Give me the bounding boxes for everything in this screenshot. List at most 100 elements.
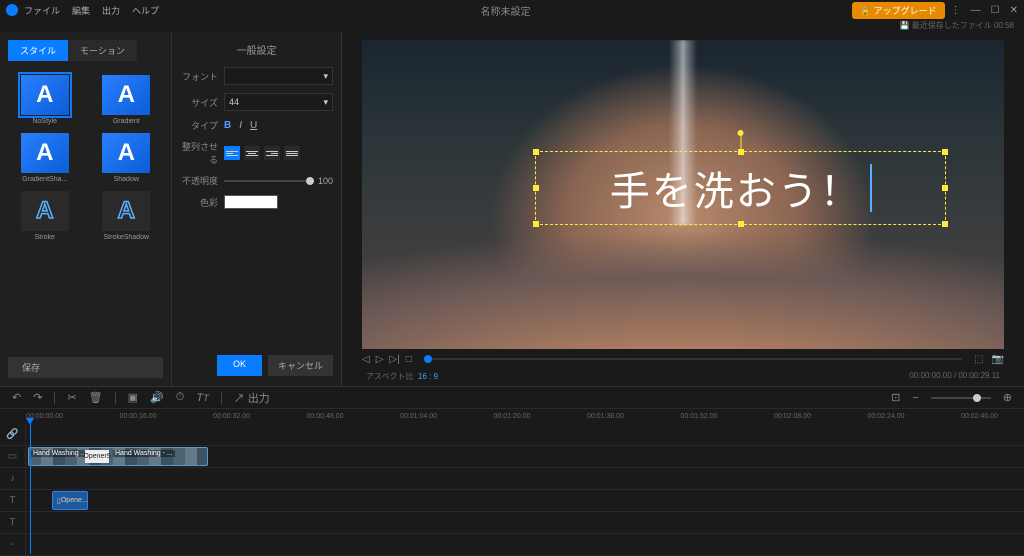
delete-button[interactable]: 🗑	[89, 391, 103, 404]
playhead[interactable]	[30, 424, 31, 554]
clip-thumb-opener: Opener9	[85, 450, 109, 463]
color-label: 色彩	[180, 196, 224, 209]
timeline-toolbar: ↶ ↷ ✂ 🗑 ▣ 🔊 ⏱ TT ↗ 出力 ⊡ − ⊕	[0, 386, 1024, 408]
style-shadow[interactable]: AShadow	[90, 133, 164, 183]
timeline-ruler[interactable]: 00:00:00.00 00:00:16.00 00:00:32.00 00:0…	[0, 408, 1024, 424]
tab-style[interactable]: スタイル	[8, 40, 68, 61]
save-style-button[interactable]: 保存	[8, 357, 163, 378]
video-preview[interactable]: 手を洗おう！	[362, 40, 1004, 349]
window-title: 名称未設定	[159, 3, 852, 18]
export-button[interactable]: ↗ 出力	[234, 390, 270, 406]
undo-button[interactable]: ↶	[12, 391, 21, 404]
cancel-button[interactable]: キャンセル	[268, 355, 333, 376]
split-button[interactable]: ✂	[67, 391, 76, 404]
zoom-slider[interactable]	[931, 397, 991, 399]
align-right-button[interactable]	[264, 146, 280, 160]
align-justify-button[interactable]	[284, 146, 300, 160]
track-head-link[interactable]: 🔗	[0, 424, 26, 445]
aspect-value[interactable]: 16 : 9	[418, 372, 438, 381]
overlay-text[interactable]: 手を洗おう！	[610, 159, 862, 217]
crop-icon[interactable]: ⬚	[974, 354, 983, 365]
font-label: フォント	[180, 70, 224, 83]
minimize-icon[interactable]: —	[971, 5, 981, 16]
properties-panel: 一般設定 フォント ▾ サイズ 44▾ タイプ B I U 整列させる	[172, 32, 342, 386]
bold-button[interactable]: B	[224, 120, 231, 131]
snapshot-icon[interactable]: 📷	[992, 354, 1004, 365]
track-head-text2[interactable]: T	[0, 512, 26, 533]
resize-handle-mr[interactable]	[942, 185, 948, 191]
zoom-fit-button[interactable]: ⊡	[891, 391, 900, 404]
type-label: タイプ	[180, 119, 224, 132]
more-icon[interactable]: ⋮	[951, 5, 961, 16]
opacity-value: 100	[318, 176, 333, 186]
prev-frame-button[interactable]: ◁	[362, 354, 370, 365]
zoom-out-button[interactable]: −	[912, 392, 918, 404]
opacity-slider[interactable]	[224, 180, 314, 182]
size-label: サイズ	[180, 96, 224, 109]
underline-button[interactable]: U	[250, 120, 257, 131]
window-controls: ⋮ — ☐ ✕	[951, 5, 1018, 16]
italic-button[interactable]: I	[239, 120, 242, 131]
size-select[interactable]: 44▾	[224, 93, 333, 111]
zoom-in-button[interactable]: ⊕	[1003, 391, 1012, 404]
timecode: 00:00:00.00 / 00:00:29.11	[909, 371, 1000, 382]
stop-button[interactable]: □	[406, 354, 412, 365]
track-head-audio[interactable]: ♪	[0, 468, 26, 489]
resize-handle-tm[interactable]	[738, 149, 744, 155]
next-frame-button[interactable]: ▷|	[389, 354, 399, 365]
resize-handle-bm[interactable]	[738, 221, 744, 227]
menu-help[interactable]: ヘルプ	[132, 4, 159, 17]
resize-handle-tr[interactable]	[942, 149, 948, 155]
app-logo	[6, 4, 18, 16]
timeline-tracks: 🔗 ▭ Hand Washing ... Opener9 Hand Washin…	[0, 424, 1024, 554]
tab-motion[interactable]: モーション	[68, 40, 137, 61]
style-strokeshadow[interactable]: AStrokeShadow	[90, 191, 164, 241]
color-swatch[interactable]	[224, 195, 278, 209]
ok-button[interactable]: OK	[217, 355, 262, 376]
resize-handle-br[interactable]	[942, 221, 948, 227]
align-center-button[interactable]	[244, 146, 260, 160]
text-tool-button[interactable]: TT	[196, 392, 208, 404]
style-panel: スタイル モーション ANoStyle AGradient AGradientS…	[0, 32, 172, 386]
crop-tool-button[interactable]: ▣	[128, 391, 138, 404]
aspect-label: アスペクト比	[366, 372, 413, 381]
opacity-label: 不透明度	[180, 174, 224, 187]
menu-edit[interactable]: 編集	[72, 4, 90, 17]
recent-file-label: 💾 最近保存したファイル 00:58	[0, 20, 1024, 32]
preview-panel: 手を洗おう！ ◁ ▷ ▷| □ ⬚ 📷 アスペクト比 16 : 9 00:00:…	[342, 32, 1024, 386]
resize-handle-tl[interactable]	[533, 149, 539, 155]
progress-bar[interactable]	[424, 358, 962, 360]
menu-file[interactable]: ファイル	[24, 4, 60, 17]
chevron-down-icon: ▾	[323, 97, 328, 108]
style-gradientshadow[interactable]: AGradientSha...	[8, 133, 82, 183]
text-bounding-box[interactable]: 手を洗おう！	[535, 151, 946, 225]
upgrade-button[interactable]: 🔒 アップグレード	[852, 2, 945, 19]
text-cursor	[870, 164, 872, 212]
menu-output[interactable]: 出力	[102, 4, 120, 17]
video-clip-1[interactable]: Hand Washing ... Opener9 Hand Washing - …	[28, 447, 208, 466]
resize-handle-bl[interactable]	[533, 221, 539, 227]
style-gradient[interactable]: AGradient	[90, 75, 164, 125]
close-icon[interactable]: ✕	[1010, 5, 1018, 16]
progress-handle[interactable]	[424, 355, 432, 363]
font-select[interactable]: ▾	[224, 67, 333, 85]
titlebar: ファイル 編集 出力 ヘルプ 名称未設定 🔒 アップグレード ⋮ — ☐ ✕	[0, 0, 1024, 20]
track-head-text[interactable]: T	[0, 490, 26, 511]
redo-button[interactable]: ↷	[33, 391, 42, 404]
style-stroke[interactable]: AStroke	[8, 191, 82, 241]
play-button[interactable]: ▷	[376, 354, 384, 365]
chevron-down-icon: ▾	[323, 71, 328, 82]
style-nostyle[interactable]: ANoStyle	[8, 75, 82, 125]
align-left-button[interactable]	[224, 146, 240, 160]
maximize-icon[interactable]: ☐	[991, 5, 1000, 16]
track-head-extra[interactable]: ◦	[0, 534, 26, 555]
panel-title: 一般設定	[180, 42, 333, 57]
track-head-video[interactable]: ▭	[0, 446, 26, 467]
text-clip-1[interactable]: ▯ Opene...	[52, 491, 88, 510]
main-menu: ファイル 編集 出力 ヘルプ	[24, 4, 159, 17]
align-label: 整列させる	[180, 140, 224, 166]
volume-button[interactable]: 🔊	[150, 391, 164, 404]
resize-handle-ml[interactable]	[533, 185, 539, 191]
speed-button[interactable]: ⏱	[176, 391, 185, 404]
rotate-handle[interactable]	[740, 136, 741, 150]
